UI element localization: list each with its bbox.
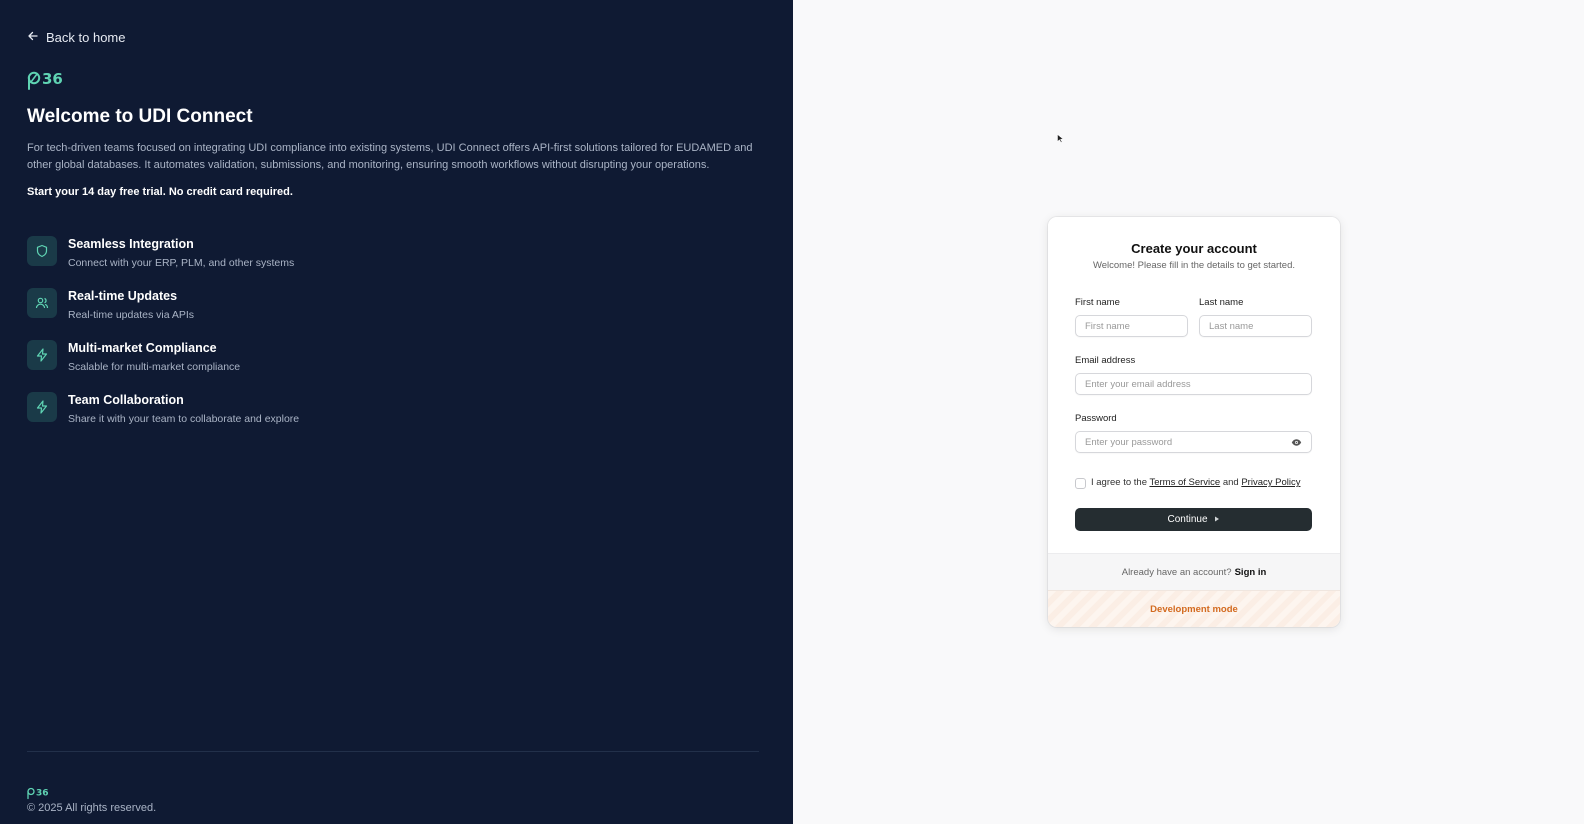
form-title: Create your account: [1131, 241, 1257, 256]
sign-in-link[interactable]: Sign in: [1235, 567, 1267, 578]
form-subtitle: Welcome! Please fill in the details to g…: [1092, 260, 1296, 271]
back-to-home-link[interactable]: Back to home: [27, 30, 126, 45]
first-name-label: First name: [1075, 297, 1120, 308]
mouse-cursor-icon: [1057, 130, 1064, 143]
feature-desc: Connect with your ERP, PLM, and other sy…: [68, 257, 295, 269]
password-placeholder: Enter your password: [1085, 436, 1173, 448]
intro-description: For tech-driven teams focused on integra…: [27, 142, 753, 171]
feature-item: Seamless Integration Connect with your E…: [27, 236, 299, 288]
signin-prompt: Already have an account? Sign in: [1048, 554, 1340, 590]
feature-desc: Scalable for multi-market compliance: [68, 361, 241, 373]
email-label: Email address: [1075, 355, 1136, 366]
last-name-label: Last name: [1199, 297, 1244, 308]
shield-icon: [27, 236, 57, 266]
have-account-text: Already have an account?: [1121, 566, 1232, 578]
password-field[interactable]: Enter your password: [1075, 431, 1312, 453]
footer-divider: [27, 751, 759, 752]
left-panel: Back to home 36 Welcome to UDI Connect F…: [0, 0, 793, 824]
feature-title: Multi-market Compliance: [68, 341, 217, 355]
agree-and: and: [1222, 477, 1239, 488]
users-icon: [27, 288, 57, 318]
feature-item: Team Collaboration Share it with your te…: [27, 392, 299, 444]
feature-desc: Real-time updates via APIs: [68, 309, 195, 321]
footer-logo: 36: [27, 786, 51, 800]
signup-form: Create your account Welcome! Please fill…: [1048, 217, 1340, 554]
page-title: Welcome to UDI Connect: [27, 106, 253, 127]
agree-prefix: I agree to the: [1091, 477, 1147, 488]
continue-label: Continue: [1167, 514, 1208, 525]
zap-icon: [27, 340, 57, 370]
copyright: © 2025 All rights reserved.: [27, 802, 157, 814]
caret-right-icon: [1214, 514, 1220, 525]
feature-title: Seamless Integration: [68, 237, 194, 251]
zap-icon: [27, 392, 57, 422]
feature-item: Multi-market Compliance Scalable for mul…: [27, 340, 299, 392]
development-mode-banner: Development mode: [1048, 590, 1340, 627]
feature-desc: Share it with your team to collaborate a…: [68, 413, 300, 425]
arrow-left-icon: [27, 30, 39, 45]
feature-title: Real-time Updates: [68, 289, 178, 303]
first-name-field[interactable]: First name: [1075, 315, 1188, 337]
signup-card: Create your account Welcome! Please fill…: [1048, 217, 1340, 627]
terms-agreement: I agree to the Terms of Service and Priv…: [1091, 477, 1300, 488]
terms-of-service-link[interactable]: Terms of Service: [1149, 477, 1220, 488]
brand-logo: 36: [27, 69, 67, 93]
password-label: Password: [1075, 413, 1117, 424]
feature-title: Team Collaboration: [68, 393, 184, 407]
trial-note: Start your 14 day free trial. No credit …: [27, 186, 293, 198]
svg-text:36: 36: [42, 70, 63, 88]
back-to-home-label: Back to home: [46, 30, 126, 45]
terms-checkbox[interactable]: [1075, 478, 1086, 489]
email-field[interactable]: Enter your email address: [1075, 373, 1312, 395]
continue-button[interactable]: Continue: [1075, 508, 1312, 531]
svg-text:36: 36: [36, 789, 49, 799]
eye-icon[interactable]: [1291, 437, 1302, 448]
feature-item: Real-time Updates Real-time updates via …: [27, 288, 299, 340]
feature-list: Seamless Integration Connect with your E…: [27, 236, 299, 444]
privacy-policy-link[interactable]: Privacy Policy: [1241, 477, 1300, 488]
last-name-field[interactable]: Last name: [1199, 315, 1312, 337]
